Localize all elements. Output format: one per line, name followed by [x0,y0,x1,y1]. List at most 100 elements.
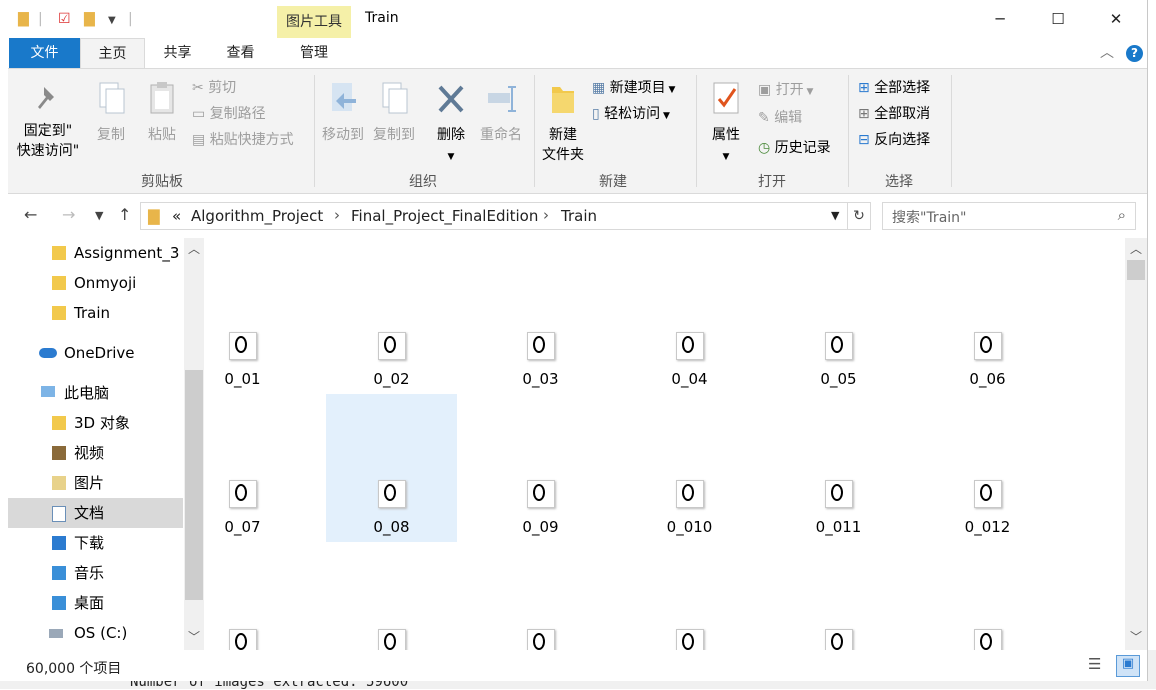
nav-item-downloads[interactable]: 下载 [8,528,183,558]
breadcrumb-train[interactable]: Train [561,207,597,225]
invert-selection-icon: ⊟ [858,132,875,148]
details-view-icon[interactable]: ☰ [1088,655,1110,675]
file-name: 0_010 [666,518,713,536]
tab-manage[interactable]: 管理 [277,38,351,68]
maximize-button[interactable]: ☐ [1029,0,1087,38]
tab-home[interactable]: 主页 [80,38,145,69]
pin-label-1: 固定到" [23,123,73,139]
scroll-up-arrow-icon[interactable]: ︿ [188,240,200,257]
image-thumbnail[interactable] [229,629,257,650]
forward-arrow-icon[interactable]: → [62,205,75,224]
new-item-button[interactable]: ▦ 新建项目 ▼ [592,78,675,100]
file-item[interactable]: 0_08 [326,394,457,542]
easy-access-button[interactable]: ▯ 轻松访问 ▼ [592,104,670,126]
tab-file[interactable]: 文件 [9,38,80,68]
refresh-icon[interactable]: ↻ [847,202,871,230]
close-button[interactable]: ✕ [1087,0,1145,38]
nav-item-3d-objects[interactable]: 3D 对象 [8,408,183,438]
image-thumbnail[interactable] [974,629,1002,650]
address-history-chevron-icon[interactable]: ▼ [831,209,839,222]
cut-button[interactable]: ✂ 剪切 [192,78,236,98]
breadcrumb-separator-icon[interactable]: › [334,206,340,224]
image-thumbnail[interactable] [825,629,853,650]
recent-locations-chevron-icon[interactable]: ▼ [95,209,103,222]
paste-shortcut-label: 粘贴快捷方式 [209,132,294,148]
file-item[interactable]: 0_02 [326,246,457,394]
delete-button[interactable]: 删除 ▼ [428,79,474,165]
nav-item-documents[interactable]: 文档 [8,498,183,528]
tab-view[interactable]: 查看 [213,38,268,68]
nav-item-pictures[interactable]: 图片 [8,468,183,498]
breadcrumb-overflow[interactable]: « [172,207,181,225]
back-arrow-icon[interactable]: ← [24,205,37,224]
select-none-button[interactable]: ⊞ 全部取消 [858,104,930,124]
copy-label: 复制 [97,127,125,143]
file-item[interactable]: 0_06 [922,246,1053,394]
rename-button[interactable]: 重命名 [476,79,526,145]
new-folder-button[interactable]: 新建 文件夹 [538,79,588,165]
nav-item-videos[interactable]: 视频 [8,438,183,468]
file-item[interactable]: 0_011 [773,394,904,542]
folder-icon: ▇ [148,207,160,225]
nav-item-desktop[interactable]: 桌面 [8,588,183,618]
scroll-down-arrow-icon[interactable]: ﹀ [1130,628,1142,645]
new-folder-label-2: 文件夹 [542,147,584,163]
file-item[interactable]: 0_01 [204,246,308,394]
nav-item-label: 3D 对象 [74,414,130,432]
nav-scrollbar-thumb[interactable] [185,370,203,600]
up-arrow-icon[interactable]: ↑ [118,205,131,224]
file-item[interactable]: 0_07 [204,394,308,542]
customize-dropdown-icon[interactable]: ▼ [108,15,116,26]
paste-shortcut-button[interactable]: ▤ 粘贴快捷方式 [192,130,294,150]
breadcrumb-algorithm-project[interactable]: Algorithm_Project [191,207,323,225]
properties-button[interactable]: 属性 ▼ [702,79,750,165]
large-icons-view-icon[interactable]: ▣ [1116,655,1140,677]
search-icon[interactable]: ⌕ [1118,206,1126,224]
copy-to-button[interactable]: 复制到 [368,79,420,145]
move-to-button[interactable]: 移动到 [318,79,368,145]
help-icon[interactable]: ? [1126,45,1143,62]
scroll-up-arrow-icon[interactable]: ︿ [1130,240,1142,257]
copy-button[interactable]: 复制 [88,79,134,145]
nav-item-os-drive[interactable]: OS (C:) [8,618,183,648]
copy-path-button[interactable]: ▭ 复制路径 [192,104,266,124]
image-thumbnail[interactable] [378,629,406,650]
file-item[interactable]: 0_09 [475,394,606,542]
image-thumbnail[interactable] [527,629,555,650]
nav-item-assignment3[interactable]: Assignment_3 [8,238,183,268]
new-folder-icon[interactable]: ▇ [84,11,95,27]
nav-item-this-pc[interactable]: 此电脑 [8,378,183,408]
minimize-button[interactable]: ─ [971,0,1029,38]
edit-button[interactable]: ✎ 编辑 [758,108,802,128]
pin-quick-access-button[interactable]: 固定到" 快速访问" [14,83,82,161]
open-button[interactable]: ▣ 打开 ▼ [758,80,813,102]
file-name: 0_04 [671,370,708,388]
nav-item-music[interactable]: 音乐 [8,558,183,588]
file-item[interactable]: 0_05 [773,246,904,394]
breadcrumb-final-project[interactable]: Final_Project_FinalEdition [351,207,538,225]
invert-selection-button[interactable]: ⊟ 反向选择 [858,130,930,150]
select-all-button[interactable]: ⊞ 全部选择 [858,78,930,98]
digit-zero-icon [384,484,396,501]
tab-share[interactable]: 共享 [150,38,205,68]
scissors-icon: ✂ [192,80,209,96]
file-item[interactable]: 0_012 [922,394,1053,542]
nav-item-onedrive[interactable]: OneDrive [8,338,183,368]
file-item[interactable]: 0_04 [624,246,755,394]
image-thumbnail[interactable] [676,629,704,650]
scroll-down-arrow-icon[interactable]: ﹀ [188,628,200,645]
file-item[interactable]: 0_03 [475,246,606,394]
address-bar[interactable]: ▇ « Algorithm_Project › Final_Project_Fi… [140,202,848,230]
nav-item-onmyoji[interactable]: Onmyoji [8,268,183,298]
collapse-ribbon-icon[interactable]: ︿ [1100,42,1114,62]
breadcrumb-separator-icon[interactable]: › [543,206,549,224]
content-scrollbar-thumb[interactable] [1127,260,1145,280]
content-scrollbar[interactable] [1125,238,1147,650]
history-button[interactable]: ◷ 历史记录 [758,138,831,158]
file-item[interactable]: 0_010 [624,394,755,542]
paste-button[interactable]: 粘贴 [140,79,184,145]
group-separator [314,75,315,187]
nav-item-train[interactable]: Train [8,298,183,328]
search-input[interactable]: 搜索"Train" ⌕ [882,202,1136,230]
properties-check-icon[interactable]: ☑ [58,11,71,27]
